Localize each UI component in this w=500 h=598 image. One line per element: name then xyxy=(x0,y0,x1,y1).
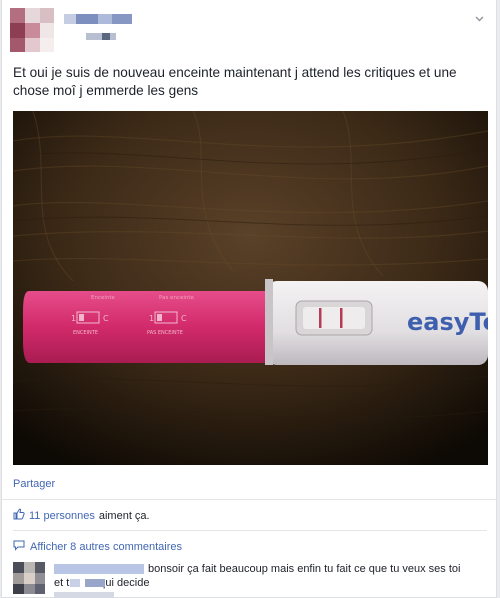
svg-text:1: 1 xyxy=(149,314,154,323)
blurred-text xyxy=(70,579,80,587)
likes-count-link[interactable]: 11 personnes xyxy=(29,510,95,522)
test-label-left: Enceinte xyxy=(91,295,116,301)
post-photo[interactable]: easyTe Enceinte Pas enceinte 1 C 1 C ENC… xyxy=(13,111,488,465)
thumbs-up-icon xyxy=(13,508,25,523)
post-text: Et oui je suis de nouveau enceinte maint… xyxy=(13,65,457,98)
svg-text:C: C xyxy=(181,314,187,323)
post-card: Et oui je suis de nouveau enceinte maint… xyxy=(1,0,497,598)
author-avatar[interactable] xyxy=(10,8,54,52)
comment-text-line2-start: et t xyxy=(54,577,70,589)
comment-icon xyxy=(13,540,25,554)
share-link[interactable]: Partager xyxy=(13,478,55,490)
commenter-avatar[interactable] xyxy=(13,562,45,594)
chevron-down-icon[interactable] xyxy=(475,14,484,23)
test-result-not-pregnant: PAS ENCEINTE xyxy=(147,330,183,336)
audience-icon xyxy=(102,33,110,40)
likes-summary: 11 personnes aiment ça. xyxy=(13,508,150,523)
svg-text:1: 1 xyxy=(71,314,76,323)
author-name-blurred[interactable] xyxy=(64,14,132,24)
comment-item: bonsoir ça fait beaucoup mais enfin tu f… xyxy=(13,560,491,598)
divider xyxy=(2,499,496,500)
view-more-comments-label: Afficher 8 autres commentaires xyxy=(30,541,183,553)
timestamp-blurred[interactable] xyxy=(86,33,116,40)
svg-text:C: C xyxy=(103,314,109,323)
comment-timestamp-blurred[interactable] xyxy=(54,592,114,598)
post-header xyxy=(2,0,496,60)
likes-suffix: aiment ça. xyxy=(98,509,150,522)
blurred-text xyxy=(85,579,105,587)
test-label-right: Pas enceinte xyxy=(159,295,195,301)
comment-text-line2-end: qui decide xyxy=(99,577,150,589)
test-brand-text: easyTe xyxy=(407,308,488,336)
comment-text: bonsoir ça fait beaucoup mais enfin tu f… xyxy=(54,562,489,590)
test-result-pregnant: ENCEINTE xyxy=(73,330,98,336)
divider xyxy=(13,530,487,531)
comment-text-line1: bonsoir ça fait beaucoup mais enfin tu f… xyxy=(148,563,461,575)
view-more-comments-link[interactable]: Afficher 8 autres commentaires xyxy=(13,540,182,554)
pregnancy-test-photo: easyTe Enceinte Pas enceinte 1 C 1 C ENC… xyxy=(13,111,488,465)
